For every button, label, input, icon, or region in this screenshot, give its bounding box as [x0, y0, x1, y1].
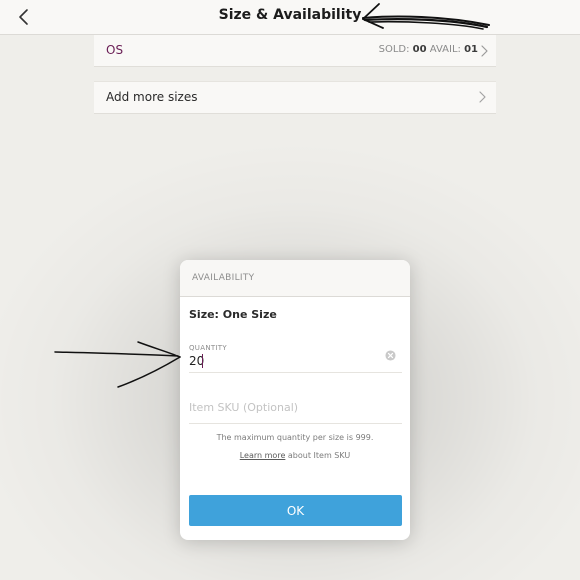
sold-value: 00 — [412, 44, 427, 55]
max-quantity-note: The maximum quantity per size is 999. — [216, 433, 374, 442]
size-label: Size: One Size — [189, 308, 277, 321]
nav-header: Size & Availability — [0, 0, 580, 35]
divider — [189, 423, 402, 424]
availability-dialog: AVAILABILITY Size: One Size QUANTITY The… — [180, 260, 410, 540]
size-row-os[interactable]: OS SOLD: 00 AVAIL: 01 — [94, 35, 496, 67]
size-code: OS — [106, 43, 124, 57]
avail-label: AVAIL: — [429, 44, 461, 55]
sold-label: SOLD: — [378, 44, 410, 55]
avail-value: 01 — [464, 44, 478, 55]
learn-more-suffix: about Item SKU — [285, 451, 351, 460]
add-more-sizes-label: Add more sizes — [106, 90, 198, 104]
dialog-header: AVAILABILITY — [180, 260, 410, 297]
chevron-right-icon — [481, 45, 488, 57]
size-stats: SOLD: 00 AVAIL: 01 — [379, 44, 478, 55]
clear-icon[interactable] — [385, 350, 396, 361]
add-more-sizes-row[interactable]: Add more sizes — [94, 81, 496, 114]
divider — [189, 372, 402, 373]
ok-button[interactable]: OK — [189, 495, 402, 526]
dialog-title: AVAILABILITY — [192, 273, 255, 283]
text-caret — [202, 354, 203, 368]
chevron-right-icon — [479, 91, 486, 103]
learn-more-line: Learn more about Item SKU — [180, 451, 410, 460]
quantity-label: QUANTITY — [189, 344, 227, 352]
learn-more-link[interactable]: Learn more — [240, 451, 286, 460]
quantity-input[interactable] — [188, 353, 379, 369]
item-sku-input[interactable] — [188, 399, 399, 415]
page-title: Size & Availability — [218, 7, 362, 23]
